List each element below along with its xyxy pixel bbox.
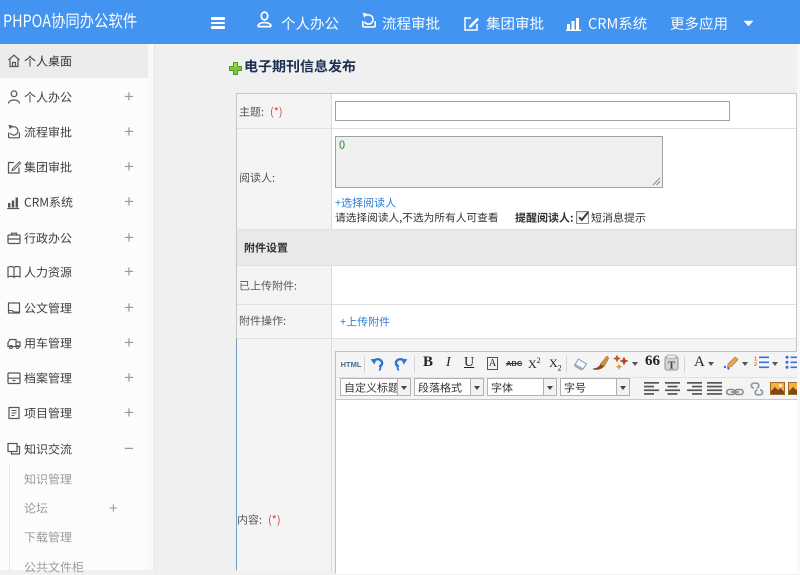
svg-text:2: 2 xyxy=(754,362,757,368)
svg-text:T: T xyxy=(668,360,676,372)
